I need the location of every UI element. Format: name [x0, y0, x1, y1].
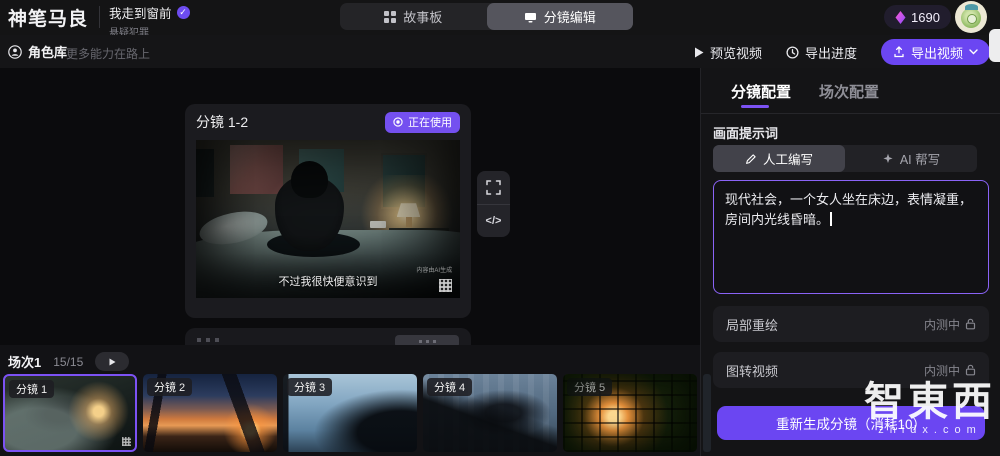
progress-clock-icon — [786, 46, 799, 59]
tab-shot-editor[interactable]: 分镜编辑 — [487, 3, 634, 30]
qr-code-watermark — [122, 437, 131, 446]
mode-manual[interactable]: 人工编写 — [713, 145, 845, 172]
qr-code-watermark — [439, 279, 452, 292]
divider — [701, 113, 1000, 114]
tab-storyboard-label: 故事板 — [403, 7, 442, 26]
thumbnail-label: 分镜 4 — [427, 378, 472, 396]
code-icon: </> — [486, 215, 502, 227]
timeline-panel: 场次1 15/15 分镜 1 分镜 2 分镜 3 分镜 4 — [0, 345, 700, 456]
scene-header: 场次1 15/15 — [8, 352, 129, 371]
avatar-eye — [967, 14, 977, 24]
export-progress-button[interactable]: 导出进度 — [786, 43, 857, 62]
check-badge-icon: ✓ — [177, 6, 190, 19]
toolbar-actions: 预览视频 导出进度 导出视频 — [694, 39, 990, 65]
prompt-section-label: 画面提示词 — [713, 123, 778, 142]
image-to-video-status: 内测中 — [924, 362, 960, 379]
subtitle-caption: 不过我很快便意识到 — [196, 273, 460, 289]
character-library-label: 角色库 — [28, 42, 67, 61]
inpaint-row[interactable]: 局部重绘 内测中 — [713, 306, 989, 342]
code-view-button[interactable]: </> — [477, 204, 510, 238]
radio-dot-icon — [393, 117, 403, 127]
lock-icon — [965, 364, 976, 376]
shot-count: 15/15 — [53, 355, 83, 369]
tab-storyboard[interactable]: 故事板 — [340, 3, 487, 30]
prompt-textarea[interactable]: 现代社会，一个女人坐在床边，表情凝重，房间内光线昏暗。 — [713, 180, 989, 294]
thumbnail-label: 分镜 2 — [147, 378, 192, 396]
fullscreen-icon — [486, 180, 501, 195]
mode-ai-assist[interactable]: AI 帮写 — [845, 145, 977, 172]
shot-card[interactable]: 分镜 1-2 正在使用 — [185, 104, 471, 318]
loading-dots — [197, 338, 219, 342]
app-window: 神笔马良 我走到窗前 ✓ 悬疑犯罪 故事板 — [0, 0, 1000, 456]
inpaint-status: 内测中 — [924, 316, 960, 333]
export-progress-label: 导出进度 — [805, 43, 857, 62]
project-title: 我走到窗前 — [109, 3, 172, 22]
tab-shot-editor-label: 分镜编辑 — [544, 7, 596, 26]
chevron-down-icon — [969, 49, 978, 55]
image-to-video-label: 图转视频 — [726, 361, 778, 380]
thumbnail-shot-6-partial[interactable] — [703, 374, 711, 452]
lock-icon — [965, 318, 976, 330]
thumbnail-shot-3[interactable]: 分镜 3 — [283, 374, 417, 452]
in-use-badge-label: 正在使用 — [408, 114, 452, 130]
credits-pill[interactable]: 1690 — [884, 5, 951, 29]
scene-label: 场次1 — [8, 352, 41, 371]
active-tab-underline — [741, 105, 769, 108]
tab-shot-config[interactable]: 分镜配置 — [731, 81, 791, 102]
export-video-button[interactable]: 导出视频 — [881, 39, 990, 65]
user-avatar[interactable] — [955, 1, 987, 33]
mode-ai-assist-label: AI 帮写 — [900, 149, 940, 168]
shot-frame-image[interactable]: 不过我很快便意识到 内容由AI生成 — [196, 140, 460, 298]
thumbnail-shot-2[interactable]: 分镜 2 — [143, 374, 277, 452]
edge-widget[interactable] — [989, 29, 1000, 62]
character-library-button[interactable]: 角色库 — [8, 42, 67, 61]
credits-value: 1690 — [911, 10, 940, 25]
pencil-icon — [745, 153, 757, 165]
preview-video-button[interactable]: 预览视频 — [694, 43, 762, 62]
gem-icon — [895, 11, 906, 24]
prompt-text: 现代社会，一个女人坐在床边，表情凝重，房间内光线昏暗。 — [725, 192, 972, 227]
config-panel: 分镜配置 场次配置 画面提示词 人工编写 AI 帮写 现代社会，一个女人坐在床边… — [700, 68, 1000, 456]
top-bar: 神笔马良 我走到窗前 ✓ 悬疑犯罪 故事板 — [0, 0, 1000, 35]
regenerate-shot-button[interactable]: 重新生成分镜（消耗10） — [717, 406, 985, 440]
thumbnail-shot-5[interactable]: 分镜 5 — [563, 374, 697, 452]
prompt-mode-switch: 人工编写 AI 帮写 — [713, 145, 977, 172]
shot-card-title: 分镜 1-2 — [196, 112, 248, 132]
thumbnail-label: 分镜 1 — [9, 380, 54, 398]
preview-video-label: 预览视频 — [710, 43, 762, 62]
view-tabs: 故事板 分镜编辑 — [340, 3, 633, 30]
export-video-label: 导出视频 — [911, 43, 963, 62]
in-use-badge: 正在使用 — [385, 112, 460, 133]
grid-icon — [384, 11, 396, 23]
person-circle-icon — [8, 45, 22, 59]
ai-sparkle-icon — [882, 153, 894, 165]
shot-card-header: 分镜 1-2 正在使用 — [185, 104, 471, 140]
avatar-cap — [965, 4, 978, 10]
shot-side-toolbar: </> — [477, 171, 510, 237]
monitor-icon — [524, 11, 537, 23]
mode-manual-label: 人工编写 — [763, 149, 813, 168]
fullscreen-button[interactable] — [477, 171, 510, 204]
inpaint-label: 局部重绘 — [726, 315, 778, 334]
thumbnail-label: 分镜 5 — [567, 378, 612, 396]
divider — [99, 6, 100, 28]
project-info: 我走到窗前 ✓ 悬疑犯罪 — [109, 3, 190, 39]
text-caret — [830, 212, 832, 226]
ai-generated-watermark: 内容由AI生成 — [416, 265, 452, 274]
scene-play-button[interactable] — [95, 352, 129, 371]
play-icon — [109, 358, 116, 366]
tab-scene-config[interactable]: 场次配置 — [819, 81, 879, 102]
image-to-video-row[interactable]: 图转视频 内测中 — [713, 352, 989, 388]
thumbnail-shot-1[interactable]: 分镜 1 — [3, 374, 137, 452]
shot-thumbnails: 分镜 1 分镜 2 分镜 3 分镜 4 分镜 5 — [3, 374, 711, 452]
upload-icon — [893, 46, 905, 58]
app-logo: 神笔马良 — [8, 4, 88, 31]
thumbnail-label: 分镜 3 — [287, 378, 332, 396]
more-features-hint: 更多能力在路上 — [66, 45, 150, 62]
play-icon — [694, 47, 704, 58]
thumbnail-shot-4[interactable]: 分镜 4 — [423, 374, 557, 452]
